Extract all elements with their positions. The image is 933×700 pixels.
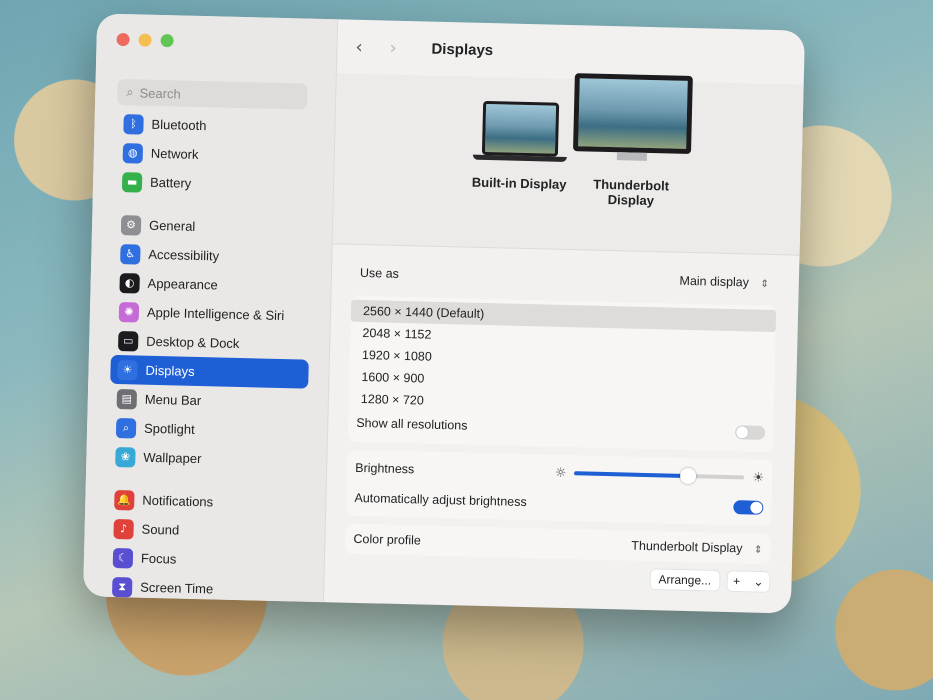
main-pane: ‹ › Displays Built-in Display Thunderbol… (324, 19, 805, 613)
siri-icon: ✺ (118, 301, 140, 323)
sidebar-item-screen-time[interactable]: ⧗ Screen Time (105, 572, 304, 606)
auto-brightness-toggle[interactable] (733, 500, 764, 515)
displays-icon: ☀ (117, 359, 138, 381)
brightness-thumb[interactable] (680, 467, 697, 485)
sidebar-item-label: Network (150, 145, 199, 162)
sidebar-nav: ᛒ Bluetooth ◍ Network ▬ Battery ⚙ General ♿ Acces… (105, 109, 315, 606)
minimize-button[interactable] (138, 33, 152, 47)
sidebar: ⌕ Search ᛒ Bluetooth ◍ Network ▬ Battery ⚙ Gene… (82, 13, 339, 603)
notifications-icon: 🔔 (114, 489, 135, 510)
system-settings-window: ⌕ Search ᛒ Bluetooth ◍ Network ▬ Battery ⚙ Gene… (82, 13, 806, 614)
sidebar-item-label: Accessibility (148, 246, 220, 264)
sidebar-item-label: Sound (141, 521, 180, 538)
color-profile-select[interactable]: Thunderbolt Display ⇕ (631, 539, 762, 556)
color-profile-row: Color profile Thunderbolt Display ⇕ (345, 524, 771, 564)
appearance-icon: ◐ (119, 272, 140, 294)
window-controls (116, 32, 174, 48)
brightness-slider[interactable] (574, 467, 745, 485)
sidebar-item-label: Menu Bar (144, 391, 202, 409)
builtin-display[interactable]: Built-in Display (464, 100, 576, 192)
forward-arrow-icon[interactable]: › (389, 37, 410, 58)
thunderbolt-display-label-2: Display (607, 191, 655, 209)
sidebar-item-label: Bluetooth (151, 116, 207, 134)
add-label: + (732, 574, 741, 589)
builtin-display-label: Built-in Display (471, 174, 567, 192)
sound-icon: ♪ (113, 518, 134, 539)
brightness-fill (574, 471, 689, 479)
search-input[interactable]: ⌕ Search (116, 78, 308, 110)
search-icon: ⌕ (126, 84, 134, 100)
thunderbolt-display[interactable]: Thunderbolt Display (572, 73, 693, 209)
back-arrow-icon[interactable]: ‹ (355, 36, 376, 57)
sidebar-item-label: Battery (149, 174, 192, 191)
use-as-select[interactable]: Main display ⇕ (679, 274, 769, 290)
brightness-label: Brightness (355, 460, 415, 477)
color-profile-label: Color profile (353, 531, 422, 548)
sun-high-icon: ☀ (752, 470, 765, 486)
sidebar-item-label: Wallpaper (143, 449, 202, 467)
spotlight-icon: ⌕ (115, 417, 137, 439)
focus-icon: ☾ (112, 547, 134, 568)
use-as-label: Use as (359, 265, 400, 281)
dock-icon: ▭ (117, 330, 139, 352)
chevron-down-icon: ⌄ (753, 574, 764, 589)
network-icon: ◍ (122, 142, 144, 164)
sidebar-item-label: Desktop & Dock (146, 333, 240, 352)
toggle-knob (736, 426, 749, 439)
use-as-row: Use as Main display ⇕ (352, 258, 778, 298)
screen-time-icon: ⧗ (111, 576, 133, 597)
resolution-card: 2560 × 1440 (Default) 2048 × 1152 1920 × 1… (347, 295, 777, 453)
display-settings: Use as Main display ⇕ 2560 × 1440 (Defau… (344, 258, 778, 593)
resolution-list: 2560 × 1440 (Default) 2048 × 1152 1920 × 1… (349, 299, 777, 420)
laptop-base (472, 154, 567, 162)
show-all-label: Show all resolutions (356, 415, 468, 433)
brightness-card: Brightness ☼ ☀ Automatically adjust brig… (346, 449, 773, 527)
monitor-stand (616, 152, 647, 161)
color-profile-value: Thunderbolt Display (631, 538, 743, 556)
menu-bar-icon: ▤ (116, 388, 138, 410)
sidebar-item-label: Notifications (142, 492, 214, 510)
gear-icon: ⚙ (120, 214, 142, 236)
stepper-icon: ⇕ (753, 544, 763, 556)
sidebar-item-label: Apple Intelligence & Siri (146, 304, 285, 324)
builtin-display-screen (481, 100, 560, 157)
sun-low-icon: ☼ (554, 465, 567, 481)
show-all-toggle[interactable] (735, 425, 766, 440)
auto-brightness-label: Automatically adjust brightness (354, 490, 527, 510)
sidebar-item-label: Displays (145, 362, 195, 379)
battery-icon: ▬ (121, 171, 143, 193)
brightness-control: ☼ ☀ (555, 465, 765, 485)
arrange-button[interactable]: Arrange... (650, 569, 720, 591)
page-title: Displays (431, 40, 494, 59)
zoom-button[interactable] (160, 33, 174, 48)
footer-buttons: Arrange... + ⌄ (344, 562, 770, 593)
sidebar-item-label: Focus (140, 550, 177, 567)
thunderbolt-display-screen (573, 73, 693, 154)
sidebar-item-label: Appearance (147, 275, 218, 293)
use-as-value: Main display (679, 273, 750, 290)
stepper-icon: ⇕ (760, 278, 769, 290)
toggle-knob (750, 501, 763, 514)
close-button[interactable] (116, 32, 130, 47)
display-arrangement: Built-in Display Thunderbolt Display (332, 73, 804, 256)
accessibility-icon: ♿ (120, 243, 141, 265)
search-placeholder: Search (139, 84, 181, 102)
add-display-button[interactable]: + ⌄ (726, 571, 770, 593)
sidebar-item-label: Screen Time (140, 579, 214, 597)
wallpaper-icon: ❀ (115, 446, 136, 468)
sidebar-item-label: Spotlight (143, 420, 195, 437)
color-profile-card: Color profile Thunderbolt Display ⇕ (345, 523, 771, 565)
sidebar-item-label: General (148, 217, 196, 234)
bluetooth-icon: ᛒ (123, 113, 144, 135)
